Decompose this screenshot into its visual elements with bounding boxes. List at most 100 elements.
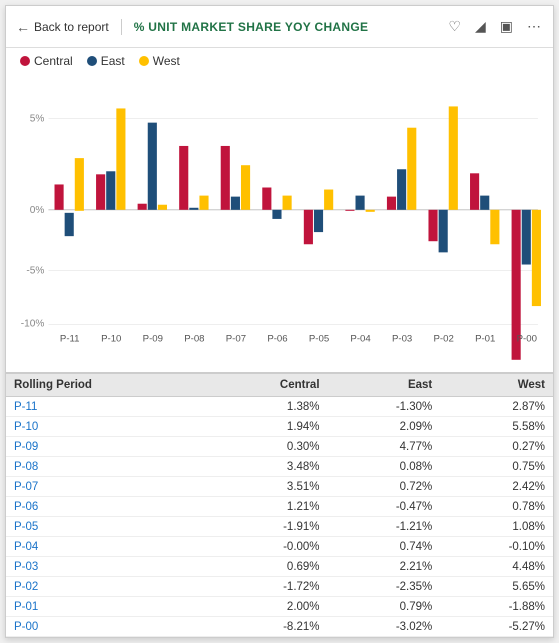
more-icon[interactable]: ⋯ [525,16,543,37]
bar-p07-west [241,165,250,210]
back-button[interactable]: ← Back to report [16,19,122,35]
bar-p01-central [470,173,479,209]
bar-p09-central [138,204,147,210]
chart-title: % UNIT MARKET SHARE YOY CHANGE [134,20,369,34]
legend-item-east: East [87,54,125,68]
bar-p09-west [158,205,167,210]
cell-east: 0.08% [328,457,441,477]
bar-p02-central [428,210,437,241]
main-card: ← Back to report % UNIT MARKET SHARE YOY… [5,5,554,638]
bar-p09-east [148,123,157,210]
bar-p02-east [439,210,448,253]
expand-icon[interactable]: ▣ [498,16,515,37]
bar-p07-central [221,146,230,210]
cell-east: 0.72% [328,477,441,497]
bar-p05-west [324,190,333,210]
table-header-row: Rolling Period Central East West [6,374,553,397]
bar-p11-central [55,184,64,209]
bar-p11-west [75,158,84,211]
bar-p10-west [116,108,125,209]
bar-chart-svg: 5% 0% -5% -10% P-11 P-10 [16,78,543,372]
cell-west: 0.75% [440,457,553,477]
svg-text:P-03: P-03 [392,334,412,345]
cell-central: 3.51% [208,477,328,497]
bar-p04-central [345,210,354,211]
svg-text:P-04: P-04 [350,334,371,345]
cell-west: 2.42% [440,477,553,497]
cell-east: -3.02% [328,617,441,637]
svg-text:P-09: P-09 [143,334,163,345]
svg-text:P-01: P-01 [475,334,495,345]
filter-icon[interactable]: ◢ [473,16,488,37]
col-header-west: West [440,374,553,397]
back-label: Back to report [34,20,109,34]
bar-p06-east [272,210,281,219]
cell-central: 3.48% [208,457,328,477]
bar-p01-east [480,196,489,210]
cell-west: 0.27% [440,437,553,457]
cell-east: 2.21% [328,557,441,577]
cell-period: P-05 [6,517,208,537]
table-row: P-07 3.51% 0.72% 2.42% [6,477,553,497]
cell-west: 2.87% [440,397,553,417]
table-row: P-10 1.94% 2.09% 5.58% [6,417,553,437]
legend-item-west: West [139,54,180,68]
bar-p00-west [532,210,541,306]
cell-period: P-06 [6,497,208,517]
bar-p06-central [262,188,271,210]
bar-p05-east [314,210,323,232]
svg-text:0%: 0% [30,205,45,216]
bar-p04-east [356,196,365,210]
cell-period: P-00 [6,617,208,637]
cell-east: 2.09% [328,417,441,437]
cell-central: -0.00% [208,537,328,557]
cell-west: -5.27% [440,617,553,637]
svg-text:P-07: P-07 [226,334,246,345]
cell-central: 0.30% [208,437,328,457]
cell-west: 4.48% [440,557,553,577]
table-row: P-04 -0.00% 0.74% -0.10% [6,537,553,557]
table-row: P-03 0.69% 2.21% 4.48% [6,557,553,577]
table-row: P-08 3.48% 0.08% 0.75% [6,457,553,477]
bar-p02-west [449,106,458,209]
cell-east: -0.47% [328,497,441,517]
table-row: P-02 -1.72% -2.35% 5.65% [6,577,553,597]
cell-central: 2.00% [208,597,328,617]
table-area: Rolling Period Central East West P-11 1.… [6,372,553,637]
bar-p11-east [65,213,74,236]
header-icons: ♡ ◢ ▣ ⋯ [446,16,543,37]
bar-p08-east [189,208,198,210]
table-row: P-01 2.00% 0.79% -1.88% [6,597,553,617]
data-table: Rolling Period Central East West P-11 1.… [6,374,553,637]
cell-west: 0.78% [440,497,553,517]
cell-east: -2.35% [328,577,441,597]
cell-period: P-01 [6,597,208,617]
cell-period: P-11 [6,397,208,417]
legend-label-west: West [153,54,180,68]
back-arrow-icon: ← [16,19,30,35]
cell-period: P-10 [6,417,208,437]
svg-text:P-00: P-00 [517,334,537,345]
cell-west: -1.88% [440,597,553,617]
svg-text:P-11: P-11 [60,334,80,345]
legend-label-east: East [101,54,125,68]
cell-central: -1.91% [208,517,328,537]
bar-p03-central [387,197,396,210]
legend-item-central: Central [20,54,73,68]
cell-period: P-08 [6,457,208,477]
bar-p05-central [304,210,313,244]
svg-text:P-05: P-05 [309,334,329,345]
bar-p10-central [96,174,105,209]
bar-p00-east [522,210,531,265]
cell-period: P-04 [6,537,208,557]
bar-p01-west [490,210,499,244]
legend-dot-west [139,56,149,66]
cell-west: -0.10% [440,537,553,557]
bookmark-icon[interactable]: ♡ [446,16,463,37]
legend-dot-central [20,56,30,66]
cell-period: P-02 [6,577,208,597]
svg-text:P-02: P-02 [434,334,454,345]
cell-central: 1.94% [208,417,328,437]
col-header-period: Rolling Period [6,374,208,397]
cell-west: 5.58% [440,417,553,437]
